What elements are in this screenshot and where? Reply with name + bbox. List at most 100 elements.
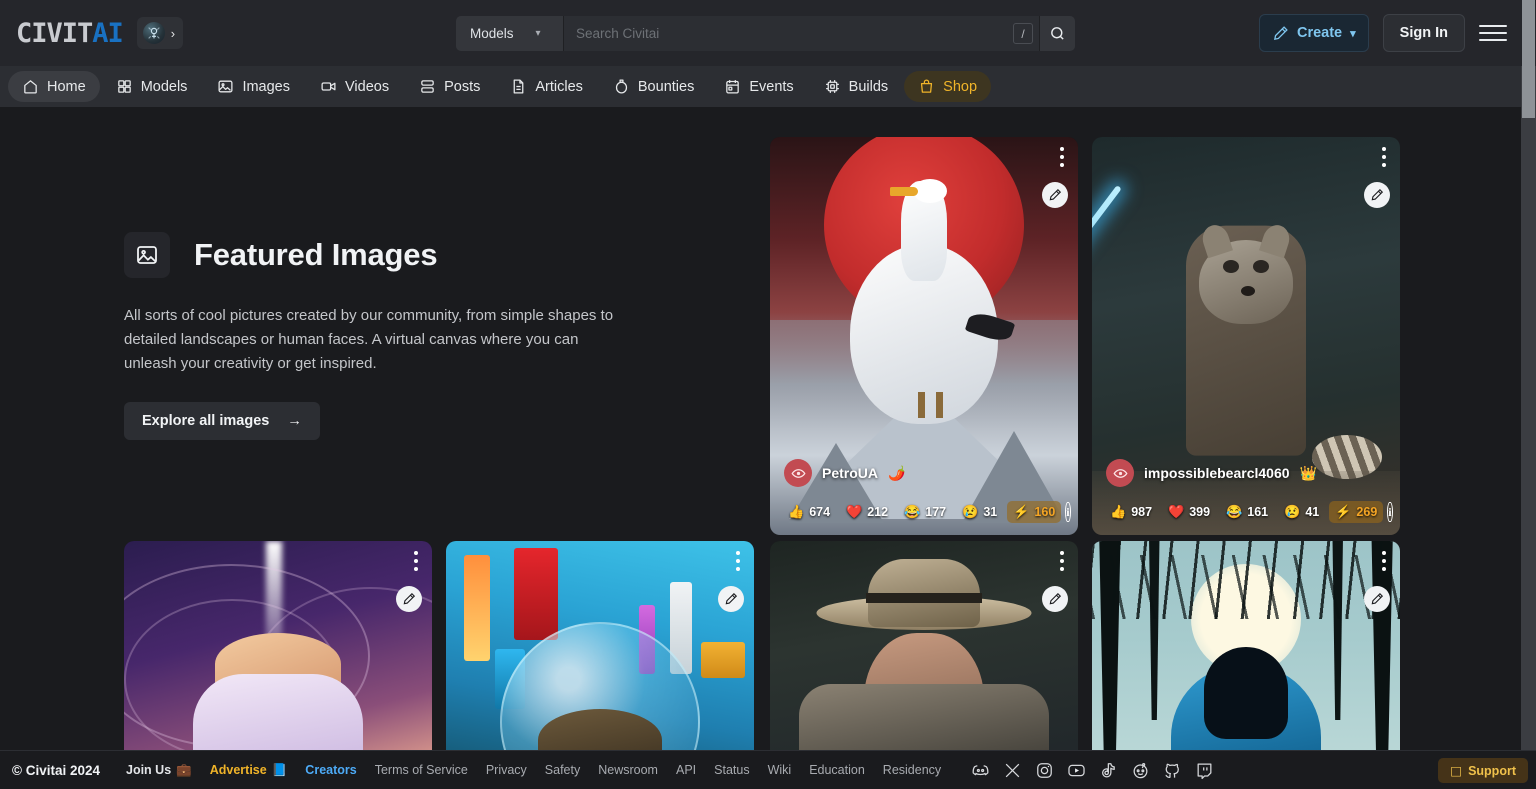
page-scrollbar[interactable]: [1521, 0, 1536, 750]
footer-link-wiki[interactable]: Wiki: [768, 763, 792, 777]
nav-item-home[interactable]: Home: [8, 71, 100, 102]
reaction-cry[interactable]: 😢 31: [956, 501, 1003, 523]
remix-button[interactable]: [1364, 586, 1390, 612]
calendar-icon: [726, 80, 740, 94]
image-card[interactable]: [446, 541, 754, 750]
remix-button[interactable]: [1364, 182, 1390, 208]
discord-icon[interactable]: [971, 761, 990, 780]
footer-link-label: Residency: [882, 763, 942, 777]
reaction-heart[interactable]: ❤️ 399: [1162, 501, 1216, 523]
image-card[interactable]: PetroUA 🌶️ 👍 674 ❤️ 212 😂 177 😢 31 ⚡ 160 i: [770, 137, 1078, 535]
image-card[interactable]: [124, 541, 432, 750]
footer-link-newsroom[interactable]: Newsroom: [598, 763, 658, 777]
nav-item-models[interactable]: Models: [102, 71, 202, 102]
reaction-like[interactable]: 👍 987: [1104, 501, 1158, 523]
footer-link-terms-of-service[interactable]: Terms of Service: [375, 763, 468, 777]
github-icon[interactable]: [1163, 761, 1182, 780]
info-icon[interactable]: i: [1065, 502, 1071, 522]
footer-link-label: Privacy: [485, 763, 527, 777]
nav-item-label: Events: [749, 78, 794, 95]
reaction-buzz[interactable]: ⚡ 160: [1007, 501, 1062, 523]
tiktok-icon[interactable]: [1099, 761, 1118, 780]
nav-item-images[interactable]: Images: [203, 71, 304, 102]
brush-icon: [1049, 592, 1062, 605]
card-user[interactable]: PetroUA 🌶️: [784, 459, 905, 487]
search-category-select[interactable]: Models ▾: [456, 16, 564, 51]
more-vertical-icon[interactable]: [414, 551, 418, 571]
support-button[interactable]: □ Support: [1438, 758, 1528, 783]
reaction-laugh[interactable]: 😂 177: [898, 501, 952, 523]
footer-link-safety[interactable]: Safety: [545, 763, 580, 777]
chevron-down-icon: ▾: [535, 28, 541, 39]
nav-item-events[interactable]: Events: [710, 71, 807, 102]
footer-link-join-us[interactable]: Join Us 💼: [126, 763, 192, 778]
image-icon: [124, 232, 170, 278]
scrollbar-thumb[interactable]: [1522, 0, 1535, 118]
card-artwork: [770, 541, 1078, 750]
reaction-buzz-count: 160: [1034, 505, 1056, 519]
nav-item-articles[interactable]: Articles: [496, 71, 597, 102]
logo-text: CIVITAI: [16, 20, 124, 47]
footer-link-privacy[interactable]: Privacy: [486, 763, 527, 777]
reaction-like[interactable]: 👍 674: [782, 501, 836, 523]
image-card[interactable]: [1092, 541, 1400, 750]
video-icon: [321, 82, 336, 91]
nav-item-bounties[interactable]: Bounties: [599, 71, 708, 102]
info-icon[interactable]: i: [1387, 502, 1393, 522]
footer-link-emoji: 💼: [176, 762, 192, 777]
remix-button[interactable]: [718, 586, 744, 612]
image-card[interactable]: [770, 541, 1078, 750]
image-card[interactable]: impossiblebearcl4060 👑 👍 987 ❤️ 399 😂 161 😢 41 ⚡ 26…: [1092, 137, 1400, 535]
x-twitter-icon[interactable]: [1003, 761, 1022, 780]
footer-link-residency[interactable]: Residency: [883, 763, 941, 777]
nav-item-shop[interactable]: Shop: [904, 71, 992, 102]
create-button[interactable]: Create ▾: [1258, 14, 1369, 52]
search-input[interactable]: [564, 16, 1013, 51]
reaction-heart[interactable]: ❤️ 212: [840, 501, 894, 523]
footer-link-education[interactable]: Education: [809, 763, 865, 777]
reaction-cry[interactable]: 😢 41: [1278, 501, 1325, 523]
remix-button[interactable]: [1042, 586, 1068, 612]
reddit-icon[interactable]: [1131, 761, 1150, 780]
remix-button[interactable]: [396, 586, 422, 612]
brush-icon: [725, 592, 738, 605]
nav-item-posts[interactable]: Posts: [405, 71, 494, 102]
reaction-laugh[interactable]: 😂 161: [1220, 501, 1274, 523]
footer-link-label: API: [675, 763, 697, 777]
sign-in-button[interactable]: Sign In: [1382, 14, 1465, 52]
nav-item-builds[interactable]: Builds: [810, 71, 903, 102]
search-submit-button[interactable]: [1039, 16, 1075, 51]
youtube-icon[interactable]: [1067, 761, 1086, 780]
more-vertical-icon[interactable]: [1382, 147, 1386, 167]
avatar: [1106, 459, 1134, 487]
explore-all-images-button[interactable]: Explore all images →: [124, 402, 320, 440]
more-vertical-icon[interactable]: [1060, 551, 1064, 571]
more-vertical-icon[interactable]: [1060, 147, 1064, 167]
reaction-buzz[interactable]: ⚡ 269: [1329, 501, 1384, 523]
instagram-icon[interactable]: [1035, 761, 1054, 780]
footer-link-status[interactable]: Status: [714, 763, 749, 777]
user-badge-icon: 🌶️: [888, 464, 906, 481]
footer-link-creators[interactable]: Creators: [305, 763, 356, 777]
header-actions: Create ▾ Sign In: [1258, 14, 1507, 52]
remix-button[interactable]: [1042, 182, 1068, 208]
more-vertical-icon[interactable]: [1382, 551, 1386, 571]
card-user[interactable]: impossiblebearcl4060 👑: [1106, 459, 1317, 487]
main-content: Featured Images All sorts of cool pictur…: [0, 107, 1521, 750]
nav-item-videos[interactable]: Videos: [306, 71, 403, 102]
hamburger-menu-icon[interactable]: [1479, 19, 1507, 47]
logo-badge-button[interactable]: ›: [136, 17, 184, 49]
card-username: PetroUA: [822, 465, 879, 481]
footer-link-api[interactable]: API: [676, 763, 696, 777]
grid-icon: [117, 80, 131, 93]
social-links: [971, 761, 1214, 780]
twitch-icon[interactable]: [1195, 761, 1214, 780]
footer-link-emoji: 📘: [271, 762, 288, 777]
logo[interactable]: CIVITAI ›: [16, 17, 184, 49]
footer-link-label: Education: [809, 763, 865, 777]
reaction-buzz-icon: ⚡: [1013, 504, 1030, 519]
reaction-cry-icon: 😢: [962, 504, 979, 519]
footer-link-advertise[interactable]: Advertise 📘: [210, 763, 288, 778]
chevron-down-icon: ▾: [1350, 27, 1356, 40]
more-vertical-icon[interactable]: [736, 551, 740, 571]
